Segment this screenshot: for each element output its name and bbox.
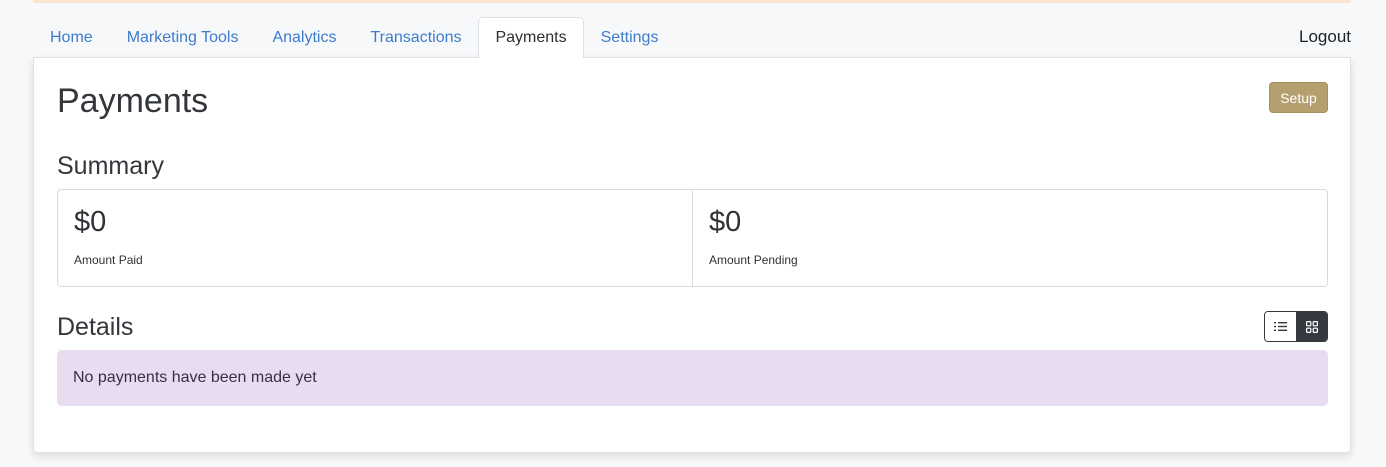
empty-payments-alert: No payments have been made yet <box>57 350 1328 406</box>
tab-transactions[interactable]: Transactions <box>353 17 478 58</box>
list-view-button[interactable] <box>1265 312 1296 341</box>
page-title: Payments <box>57 82 209 120</box>
list-icon <box>1274 322 1287 331</box>
tab-marketing-tools[interactable]: Marketing Tools <box>110 17 256 58</box>
setup-button[interactable]: Setup <box>1269 82 1328 113</box>
view-mode-toggle <box>1264 311 1328 342</box>
amount-pending-value: $0 <box>709 206 742 238</box>
tab-payments[interactable]: Payments <box>478 17 584 58</box>
grid-icon <box>1305 320 1318 333</box>
main-nav: Home Marketing Tools Analytics Transacti… <box>33 17 1351 58</box>
amount-paid-stat: $0 Amount Paid <box>58 190 692 286</box>
amount-paid-value: $0 <box>74 206 107 238</box>
logout-link[interactable]: Logout <box>1299 27 1351 47</box>
amount-pending-stat: $0 Amount Pending <box>692 190 1327 286</box>
top-accent-strip <box>33 0 1351 3</box>
payments-card: Payments Setup Summary $0 Amount Paid $0… <box>33 57 1351 453</box>
nav-tabs: Home Marketing Tools Analytics Transacti… <box>33 17 1351 58</box>
grid-view-button[interactable] <box>1296 312 1327 341</box>
tab-home[interactable]: Home <box>33 17 110 58</box>
amount-paid-label: Amount Paid <box>74 253 143 267</box>
tab-settings[interactable]: Settings <box>584 17 676 58</box>
tab-analytics[interactable]: Analytics <box>255 17 353 58</box>
summary-panel: $0 Amount Paid $0 Amount Pending <box>57 189 1328 287</box>
empty-payments-message: No payments have been made yet <box>73 369 317 386</box>
details-heading: Details <box>57 313 134 341</box>
amount-pending-label: Amount Pending <box>709 253 798 267</box>
summary-heading: Summary <box>57 152 164 180</box>
